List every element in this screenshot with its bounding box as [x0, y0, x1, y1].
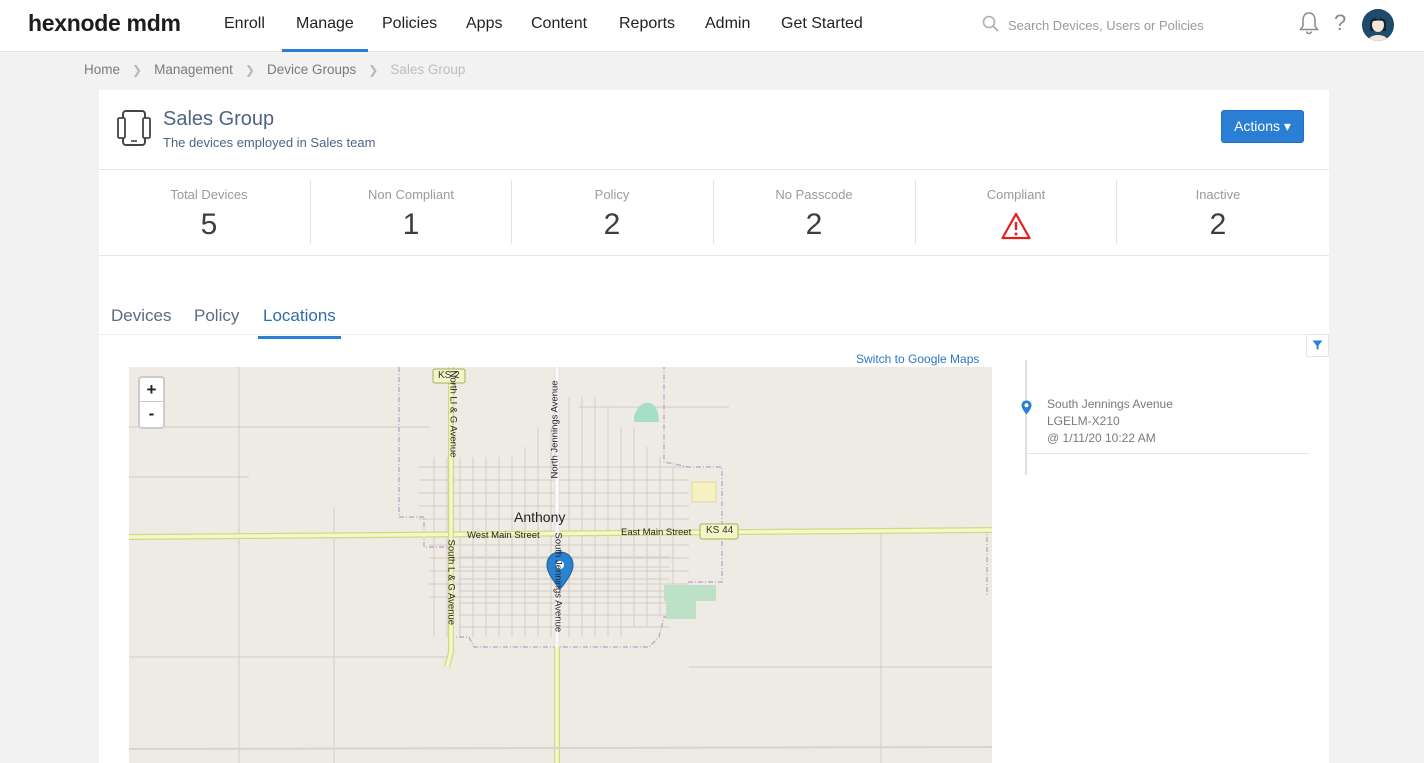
warning-icon — [1001, 212, 1031, 240]
map-label-town: Anthony — [514, 509, 566, 525]
hexnode-logo[interactable]: hexnode mdm — [28, 10, 181, 37]
breadcrumb-management[interactable]: Management — [154, 62, 233, 77]
zoom-out-button[interactable]: - — [140, 402, 163, 426]
group-description: The devices employed in Sales team — [163, 135, 376, 150]
stat-inactive[interactable]: Inactive 2 — [1118, 180, 1318, 244]
nav-enroll[interactable]: Enroll — [224, 0, 265, 52]
tab-bar: Devices Policy Locations — [99, 300, 1329, 339]
stat-label: Total Devices — [170, 187, 248, 202]
nav-admin[interactable]: Admin — [705, 0, 750, 52]
location-entry[interactable]: South Jennings Avenue LGELM-X210 @ 1/11/… — [1047, 396, 1173, 447]
avatar[interactable] — [1362, 9, 1394, 41]
search-box[interactable] — [982, 14, 1252, 36]
nav-content[interactable]: Content — [531, 0, 587, 52]
nav-get-started[interactable]: Get Started — [781, 0, 863, 52]
search-icon — [982, 15, 999, 32]
timeline-line — [1025, 360, 1027, 475]
map-label-north-jennings: North Jennings Avenue — [549, 380, 561, 479]
divider — [1027, 453, 1309, 454]
stat-label: Non Compliant — [368, 187, 454, 202]
page-title: Sales Group — [163, 108, 275, 130]
map-label-south-jennings: South Jennings Avenue — [552, 532, 564, 633]
tab-locations[interactable]: Locations — [258, 306, 341, 339]
filter-icon — [1312, 340, 1323, 350]
chevron-right-icon: ❯ — [368, 62, 379, 77]
location-device: LGELM-X210 — [1047, 414, 1120, 428]
switch-to-google-maps-link[interactable]: Switch to Google Maps — [856, 352, 979, 366]
stat-policy[interactable]: Policy 2 — [512, 180, 712, 244]
stat-non-compliant[interactable]: Non Compliant 1 — [311, 180, 511, 244]
stat-value: 2 — [805, 208, 823, 241]
stat-value: 1 — [402, 208, 420, 241]
zoom-in-button[interactable]: + — [140, 378, 163, 402]
search-input[interactable] — [1008, 14, 1248, 36]
tab-devices[interactable]: Devices — [111, 306, 171, 326]
stat-label: Policy — [594, 187, 630, 202]
stat-value: 2 — [1209, 208, 1227, 241]
stat-compliant[interactable]: Compliant — [916, 180, 1116, 244]
devices-icon — [117, 110, 151, 146]
group-panel: Sales Group The devices employed in Sale… — [99, 90, 1329, 763]
location-time: @ 1/11/20 10:22 AM — [1047, 431, 1156, 445]
nav-policies[interactable]: Policies — [382, 0, 437, 52]
location-list: South Jennings Avenue LGELM-X210 @ 1/11/… — [1021, 360, 1309, 475]
nav-manage[interactable]: Manage — [282, 0, 368, 52]
help-icon[interactable]: ? — [1334, 10, 1346, 36]
actions-button[interactable]: Actions ▾ — [1221, 110, 1304, 143]
map-label-west-main: West Main Street — [467, 530, 540, 541]
bell-icon[interactable] — [1298, 11, 1320, 35]
nav-apps[interactable]: Apps — [466, 0, 502, 52]
stat-value: 2 — [603, 208, 621, 241]
breadcrumb-current: Sales Group — [390, 62, 466, 77]
breadcrumb-home[interactable]: Home — [84, 62, 120, 77]
map-label-east-main: East Main Street — [621, 527, 692, 538]
stat-label: No Passcode — [775, 187, 853, 202]
top-nav: hexnode mdm Enroll Manage Policies Apps … — [0, 0, 1424, 52]
stat-total-devices[interactable]: Total Devices 5 — [109, 180, 309, 244]
map-label-south-lg: South L & G Avenue — [445, 539, 457, 626]
group-header: Sales Group The devices employed in Sale… — [99, 90, 1329, 170]
chevron-right-icon: ❯ — [132, 62, 143, 77]
stat-value: 5 — [200, 208, 218, 241]
divider — [1116, 180, 1117, 244]
breadcrumb: Home ❯ Management ❯ Device Groups ❯ Sale… — [84, 62, 465, 77]
map-label-ks44: KS 44 — [706, 525, 734, 536]
stat-no-passcode[interactable]: No Passcode 2 — [714, 180, 914, 244]
stats-bar: Total Devices 5 Non Compliant 1 Policy 2… — [99, 170, 1329, 256]
filter-button[interactable] — [1306, 334, 1329, 357]
chevron-right-icon: ❯ — [244, 62, 255, 77]
map-label-north-lg: North LI & G Avenue — [447, 370, 459, 458]
location-pin-icon — [1021, 400, 1032, 415]
location-address: South Jennings Avenue — [1047, 397, 1173, 411]
nav-reports[interactable]: Reports — [619, 0, 675, 52]
stat-label: Inactive — [1195, 187, 1241, 202]
zoom-control: + - — [138, 376, 165, 429]
location-map[interactable]: KS 2 KS 44 Anthony West Main Street East… — [129, 367, 992, 763]
stat-label: Compliant — [986, 187, 1046, 202]
tab-policy[interactable]: Policy — [194, 306, 239, 326]
breadcrumb-device-groups[interactable]: Device Groups — [267, 62, 356, 77]
